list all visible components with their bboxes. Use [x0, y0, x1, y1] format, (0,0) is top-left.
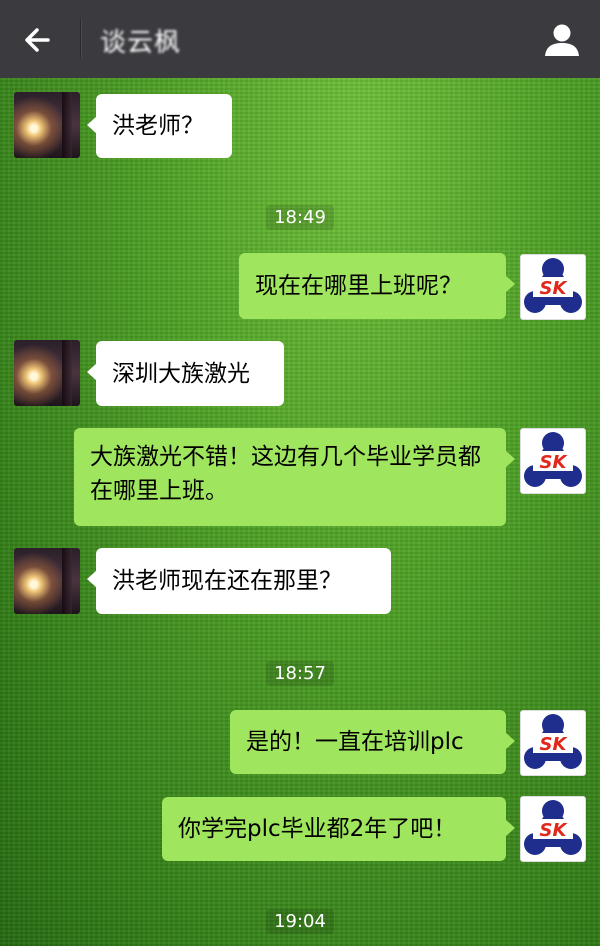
title-divider: [80, 18, 82, 58]
logo-text: SK: [540, 452, 569, 473]
message-text: 是的！一直在培训plc: [246, 729, 464, 755]
message-text: 洪老师现在还在那里？: [112, 568, 342, 594]
logo-text: SK: [540, 278, 569, 299]
timestamp: 18:49: [266, 205, 334, 230]
self-avatar[interactable]: SK: [520, 254, 586, 320]
sk-logo-icon: SK: [524, 258, 582, 313]
timestamp: 18:57: [266, 661, 334, 686]
back-button[interactable]: [18, 18, 62, 62]
received-message: 洪老师？: [87, 94, 232, 158]
person-icon: [545, 24, 579, 56]
sent-message: 你学完plc毕业都2年了吧！: [162, 797, 515, 861]
sent-message: 大族激光不错！这边有几个毕业学员都在哪里上班。: [74, 428, 515, 526]
self-avatar[interactable]: SK: [520, 796, 586, 862]
message-text: 现在在哪里上班呢？: [255, 273, 462, 299]
contact-avatar[interactable]: [14, 548, 80, 614]
received-message: 洪老师现在还在那里？: [87, 548, 391, 614]
profile-button[interactable]: [540, 18, 584, 62]
sk-logo-icon: SK: [524, 714, 582, 769]
message-text: 深圳大族激光: [112, 360, 250, 387]
sk-logo-icon: SK: [524, 432, 582, 487]
received-message: 深圳大族激光: [87, 341, 284, 406]
logo-text: SK: [540, 820, 569, 841]
self-avatar[interactable]: SK: [520, 710, 586, 776]
chat-title: 谈云枫: [100, 28, 182, 58]
contact-avatar[interactable]: [14, 92, 80, 158]
title-bar: 谈云枫: [0, 0, 600, 78]
message-text: 你学完plc毕业都2年了吧！: [178, 816, 457, 842]
sent-message: 现在在哪里上班呢？: [239, 253, 515, 319]
contact-avatar[interactable]: [14, 340, 80, 406]
arrow-left-icon: [25, 28, 50, 52]
message-text: 大族激光不错！这边有几个毕业学员都在哪里上班。: [90, 444, 481, 504]
sk-logo-icon: SK: [524, 800, 582, 855]
message-text: 洪老师？: [112, 113, 204, 139]
timestamp: 19:04: [266, 909, 334, 934]
sent-message: 是的！一直在培训plc: [230, 710, 515, 774]
logo-text: SK: [540, 734, 569, 755]
self-avatar[interactable]: SK: [520, 428, 586, 494]
